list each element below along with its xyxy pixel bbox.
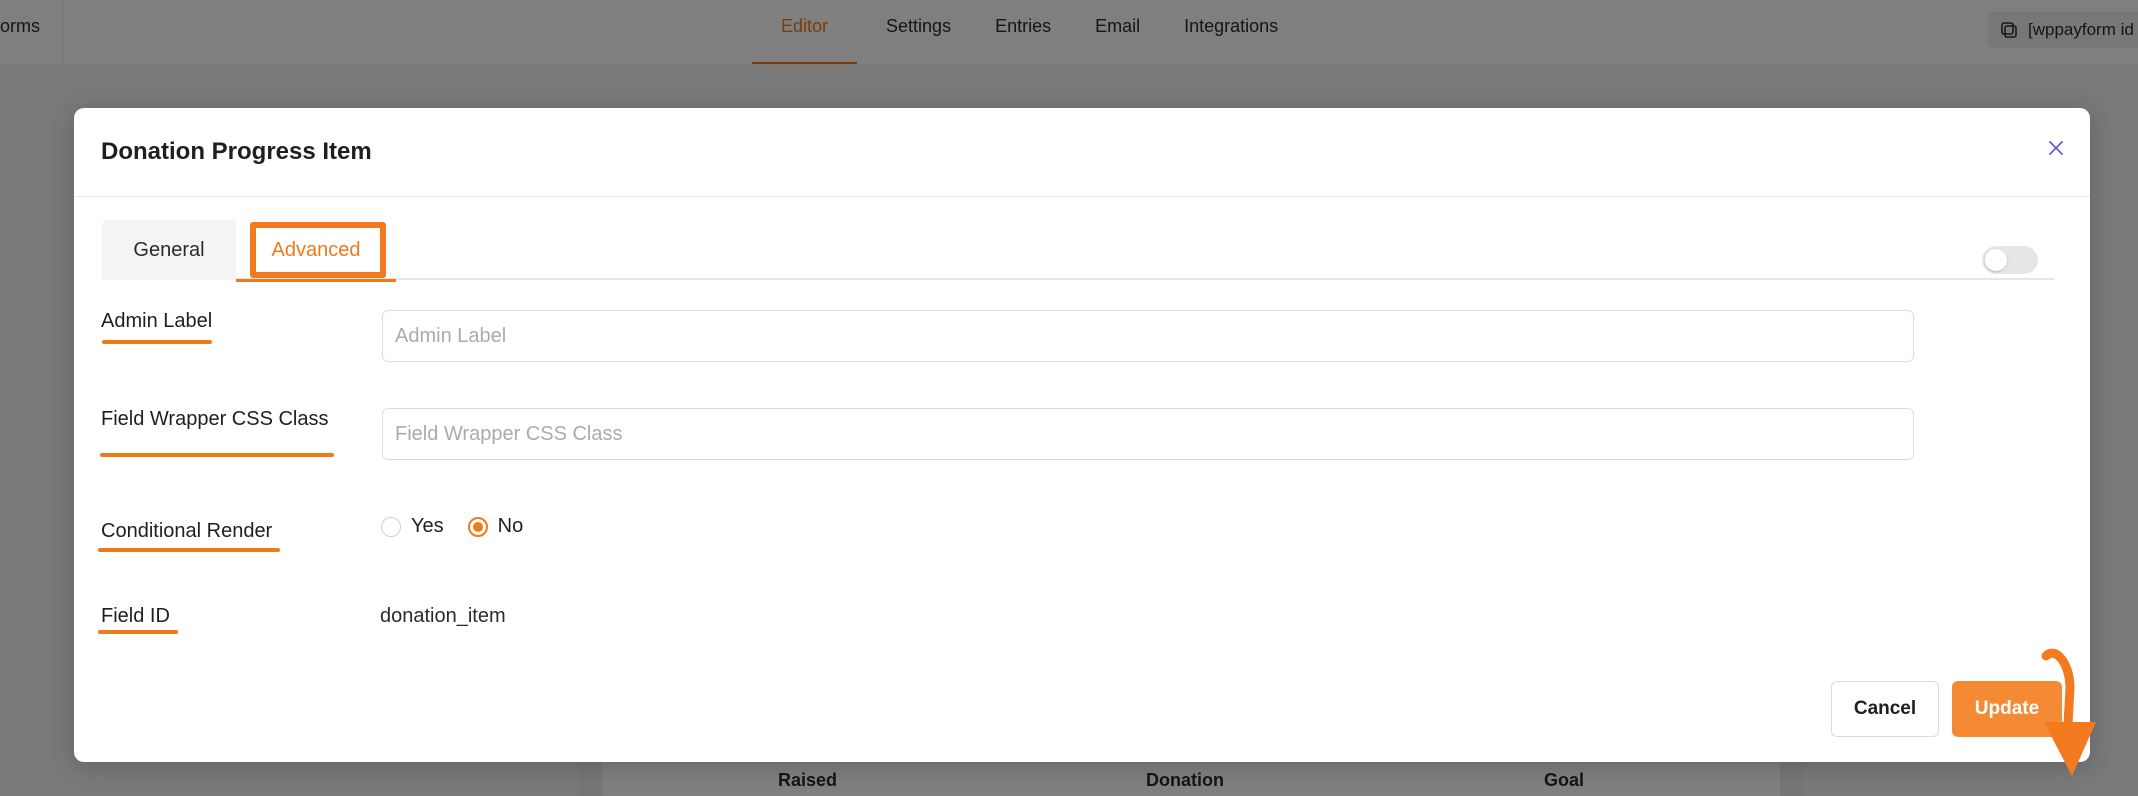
field-id-value: donation_item — [380, 605, 506, 627]
radio-yes[interactable] — [381, 516, 401, 537]
radio-no-label[interactable]: No — [498, 515, 524, 538]
admin-label-underline — [102, 340, 212, 344]
toggle-switch[interactable] — [1982, 246, 2038, 274]
donation-progress-modal: Donation Progress Item General Advanced … — [74, 108, 2096, 776]
modal-title: Donation Progress Item — [101, 138, 372, 165]
modal-tabs: General Advanced — [102, 220, 2054, 282]
annotation-arrow-icon — [2041, 648, 2096, 776]
field-id-underline — [98, 630, 178, 634]
field-id-label: Field ID — [101, 605, 170, 627]
advanced-tab-highlight — [250, 222, 386, 278]
radio-yes-label[interactable]: Yes — [411, 515, 444, 538]
conditional-render-radio-group: Yes No — [381, 515, 547, 538]
tab-general[interactable]: General — [102, 220, 236, 280]
wrapper-css-label: Field Wrapper CSS Class — [101, 408, 329, 430]
conditional-render-underline — [98, 548, 280, 552]
close-x-glyph — [2049, 141, 2063, 155]
radio-no[interactable] — [467, 516, 488, 537]
cancel-button[interactable]: Cancel — [1831, 681, 1939, 737]
modal-header: Donation Progress Item — [74, 108, 2090, 197]
wrapper-css-underline — [100, 453, 334, 457]
conditional-render-label: Conditional Render — [101, 520, 273, 542]
admin-label-input[interactable] — [382, 310, 1914, 362]
toggle-knob — [1985, 249, 2007, 271]
wrapper-css-input[interactable] — [382, 408, 1914, 460]
admin-label-label: Admin Label — [101, 310, 213, 332]
close-icon[interactable] — [2044, 136, 2068, 160]
